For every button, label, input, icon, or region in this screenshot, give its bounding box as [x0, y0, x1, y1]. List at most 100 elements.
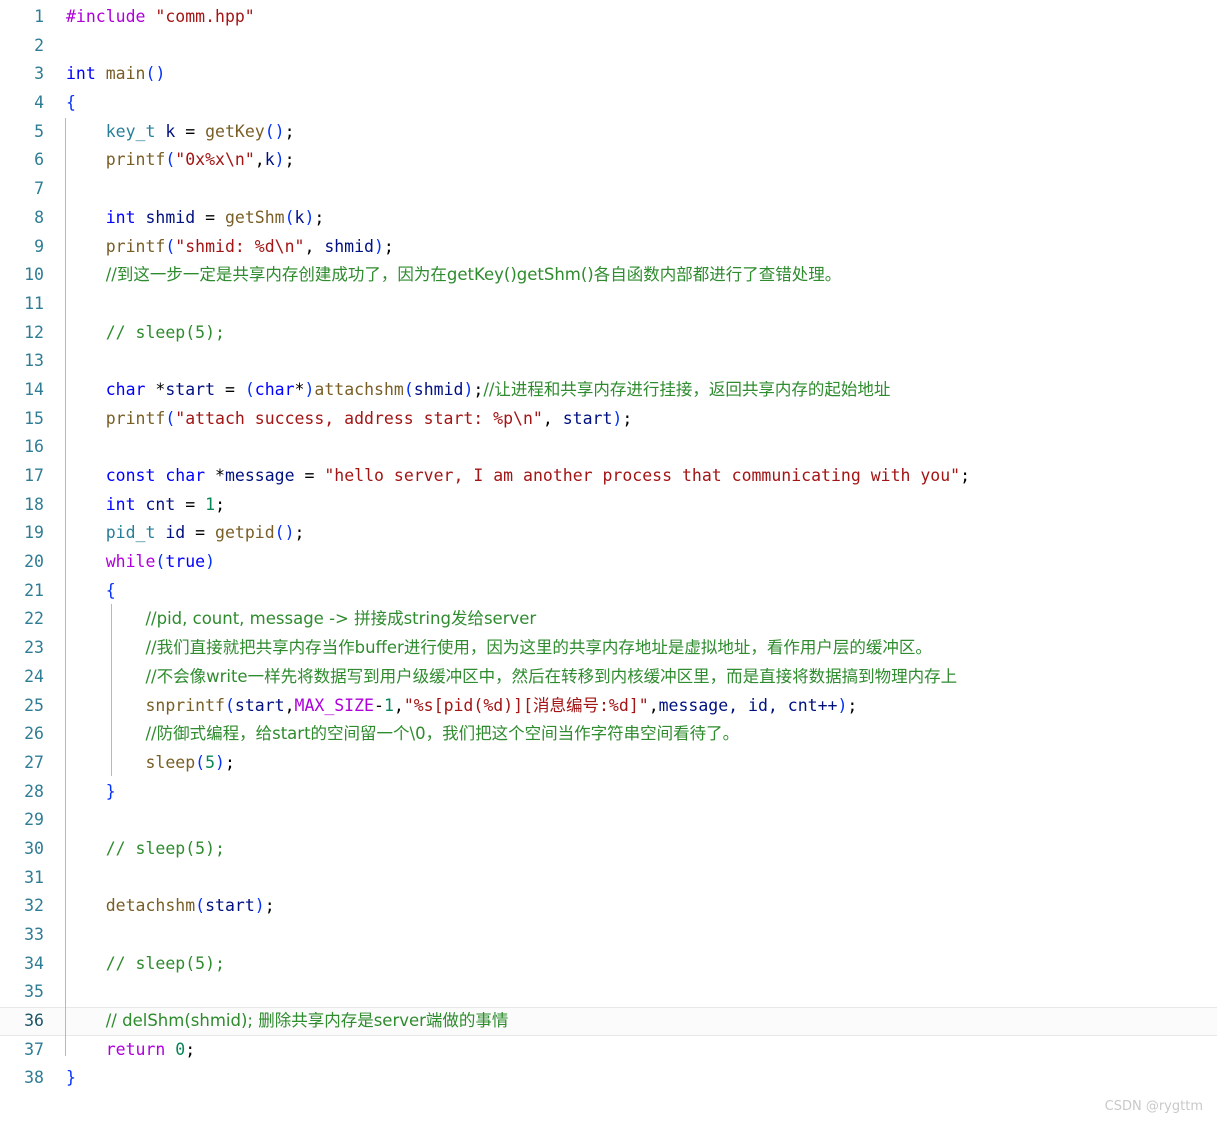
token-operator: -	[374, 695, 384, 715]
token-macro: MAX_SIZE	[294, 695, 374, 715]
token-function: snprintf	[145, 695, 225, 715]
token-string-cjk: 消息编号	[533, 695, 599, 715]
token-function: printf	[105, 150, 166, 170]
code-line[interactable]: 17 const char *message = "hello server, …	[0, 462, 1217, 491]
token-number: 5	[205, 752, 216, 772]
token-bracket: [	[433, 695, 444, 715]
code-line[interactable]: 18 int cnt = 1;	[0, 491, 1217, 520]
code-line[interactable]: 34 // sleep(5);	[0, 950, 1217, 979]
token-operator: =	[185, 523, 216, 543]
token-string: "comm.hpp"	[155, 7, 255, 26]
code-line[interactable]: 29	[0, 806, 1217, 835]
token-function: printf	[105, 408, 166, 428]
code-line[interactable]: 4 {	[0, 89, 1217, 118]
token-preprocessor: #include	[66, 7, 156, 26]
token-keyword: char	[254, 379, 295, 399]
token-bracket: ]	[628, 695, 639, 715]
code-line[interactable]: 1 #include "comm.hpp"	[0, 3, 1217, 32]
token-comma: ,	[542, 408, 563, 428]
code-line[interactable]: 21 {	[0, 577, 1217, 606]
code-line[interactable]: 38 }	[0, 1064, 1217, 1093]
line-content: char *start = (char*)attachshm(shmid);//…	[66, 376, 1217, 405]
token-semicolon: ;	[284, 121, 295, 141]
token-paren-open: (	[155, 552, 166, 572]
line-number: 9	[34, 236, 44, 256]
code-line[interactable]: 30 // sleep(5);	[0, 835, 1217, 864]
line-number: 26	[24, 724, 44, 744]
token-paren-close: )	[215, 752, 225, 772]
token-control-keyword: return	[105, 1039, 166, 1059]
line-content: //到这一步一定是共享内存创建成功了，因为在getKey()getShm()各自…	[66, 261, 1217, 290]
token-function: getpid	[215, 523, 275, 543]
code-line[interactable]: 2	[0, 32, 1217, 61]
token-bracket: ]	[513, 695, 524, 715]
line-number: 37	[24, 1039, 44, 1059]
token-comment: // sleep(5);	[105, 838, 225, 858]
token-keyword: int	[105, 207, 136, 227]
token-comment: //防御式编程，给start的空间留一个\0，我们把这个空间当作字符串空间看待了…	[145, 724, 740, 744]
code-editor: 1 #include "comm.hpp" 2 3 int main() 4 {…	[0, 0, 1217, 1124]
line-number: 23	[24, 638, 44, 658]
token-paren-close: )	[254, 896, 265, 916]
code-line[interactable]: 16	[0, 433, 1217, 462]
token-brace-close: }	[105, 781, 116, 801]
code-line-current[interactable]: 36 // delShm(shmid); 删除共享内存是server端做的事情	[0, 1007, 1217, 1036]
code-line[interactable]: 9 printf("shmid: %d\n", shmid);	[0, 233, 1217, 262]
line-number: 12	[24, 322, 44, 342]
code-line[interactable]: 24 //不会像write一样先将数据写到用户级缓冲区中，然后在转移到内核缓冲区…	[0, 663, 1217, 692]
code-line[interactable]: 22 //pid, count, message -> 拼接成string发给s…	[0, 605, 1217, 634]
code-line[interactable]: 20 while(true)	[0, 548, 1217, 577]
code-line[interactable]: 28 }	[0, 778, 1217, 807]
code-line[interactable]: 6 printf("0x%x\n",k);	[0, 146, 1217, 175]
token-semicolon: ;	[383, 236, 394, 256]
token-type: key_t	[105, 121, 156, 141]
token-function: getShm	[224, 207, 285, 227]
code-line[interactable]: 3 int main()	[0, 60, 1217, 89]
line-content: #include "comm.hpp"	[66, 3, 1217, 32]
token-semicolon: ;	[294, 523, 305, 543]
token-semicolon: ;	[314, 207, 325, 227]
line-content: snprintf(start,MAX_SIZE-1,"%s[pid(%d)][消…	[145, 695, 858, 715]
code-line[interactable]: 27 sleep(5);	[0, 749, 1217, 778]
line-content: pid_t id = getpid();	[66, 519, 1217, 548]
code-line[interactable]: 33	[0, 921, 1217, 950]
code-line[interactable]: 35	[0, 978, 1217, 1007]
token-paren-open: (	[403, 379, 414, 399]
token-bracket: [	[523, 695, 533, 715]
code-line[interactable]: 8 int shmid = getShm(k);	[0, 204, 1217, 233]
code-line[interactable]: 15 printf("attach success, address start…	[0, 405, 1217, 434]
line-number: 10	[24, 265, 44, 285]
code-line[interactable]: 14 char *start = (char*)attachshm(shmid)…	[0, 376, 1217, 405]
token-function: main	[105, 64, 146, 84]
code-line[interactable]: 31	[0, 864, 1217, 893]
watermark: CSDN @rygttm	[1104, 1099, 1203, 1114]
code-line[interactable]: 26 //防御式编程，给start的空间留一个\0，我们把这个空间当作字符串空间…	[0, 720, 1217, 749]
code-line[interactable]: 5 key_t k = getKey();	[0, 118, 1217, 147]
token-function: attachshm	[314, 379, 404, 399]
line-content: int shmid = getShm(k);	[66, 204, 1217, 233]
code-line[interactable]: 37 return 0;	[0, 1036, 1217, 1065]
code-line[interactable]: 32 detachshm(start);	[0, 892, 1217, 921]
token-variable: message	[224, 466, 295, 485]
line-content: return 0;	[66, 1036, 1217, 1065]
line-content: // sleep(5);	[66, 319, 1217, 348]
token-string: "	[638, 695, 649, 715]
token-paren-open: (	[195, 896, 206, 916]
code-line[interactable]: 10 //到这一步一定是共享内存创建成功了，因为在getKey()getShm(…	[0, 261, 1217, 290]
token-string: "0x%x\n"	[175, 150, 255, 170]
token-comma: ,	[254, 150, 265, 170]
code-line[interactable]: 7	[0, 175, 1217, 204]
code-line[interactable]: 11	[0, 290, 1217, 319]
token-variable: cnt	[145, 494, 176, 514]
token-variable: start	[234, 695, 285, 715]
line-number: 15	[24, 408, 44, 428]
code-line[interactable]: 23 //我们直接就把共享内存当作buffer进行使用，因为这里的共享内存地址是…	[0, 634, 1217, 663]
token-type: pid_t	[105, 523, 156, 543]
token-semicolon: ;	[473, 379, 484, 399]
code-line[interactable]: 19 pid_t id = getpid();	[0, 519, 1217, 548]
code-line[interactable]: 25 snprintf(start,MAX_SIZE-1,"%s[pid(%d)…	[0, 692, 1217, 721]
code-line[interactable]: 12 // sleep(5);	[0, 319, 1217, 348]
code-line[interactable]: 13	[0, 347, 1217, 376]
line-number: 30	[24, 838, 44, 858]
